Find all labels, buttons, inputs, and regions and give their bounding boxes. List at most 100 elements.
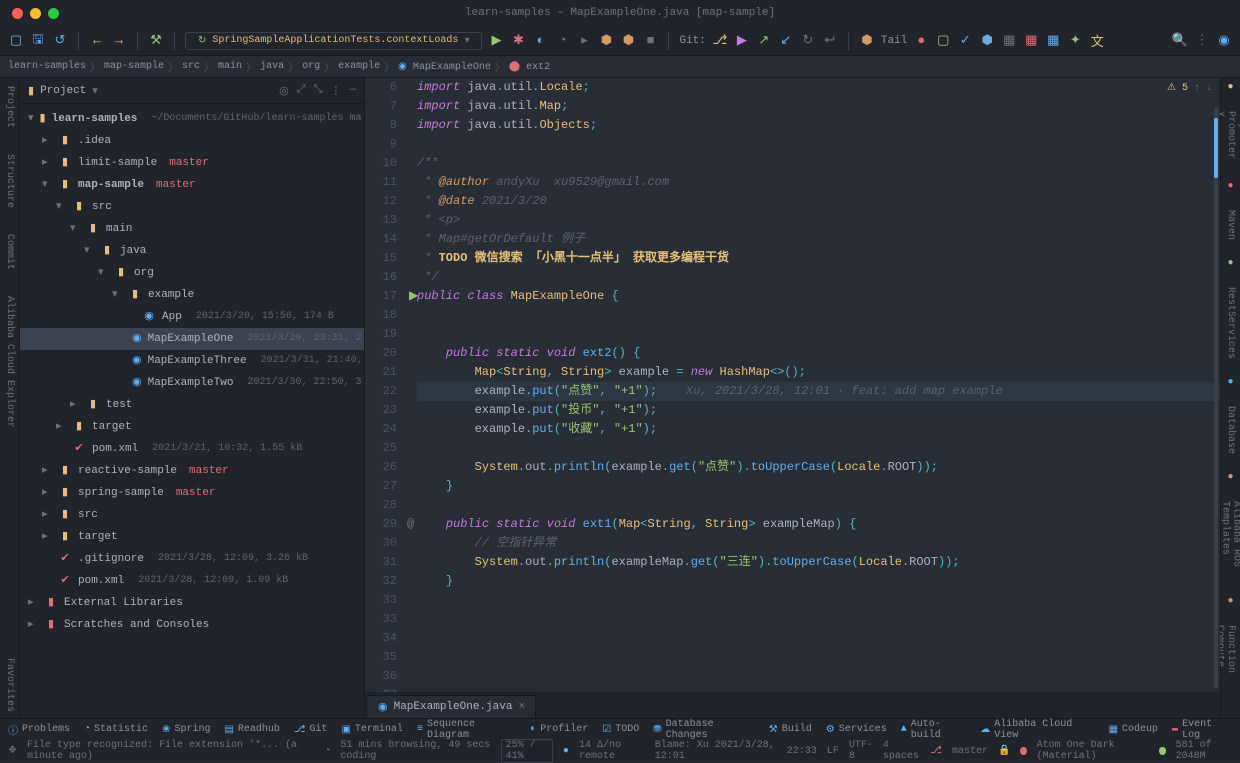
tree-item[interactable]: ▸▮spring-samplemaster <box>20 482 364 504</box>
gutter-line[interactable]: 28 <box>365 496 397 515</box>
tree-item[interactable]: ✔pom.xml2021/3/28, 12:09, 1.09 kB <box>20 570 364 592</box>
tree-item[interactable]: ▸▮.idea <box>20 130 364 152</box>
plugin8-icon[interactable]: ✦ <box>1067 33 1083 49</box>
gutter-line[interactable]: 12 <box>365 192 397 211</box>
tree-item[interactable]: ▾▮org <box>20 262 364 284</box>
gutter-line[interactable]: 36 <box>365 667 397 686</box>
right-stripe-alibaba-ros-templates[interactable]: Alibaba ROS Templates <box>1220 497 1240 583</box>
breadcrumb-item[interactable]: src <box>182 61 200 72</box>
gutter-line[interactable]: 30 <box>365 534 397 553</box>
avatar-icon[interactable]: ◉ <box>1216 33 1232 49</box>
tree-item[interactable]: ▾▮map-samplemaster <box>20 174 364 196</box>
bottom-tool-statistic[interactable]: ◔Statistic <box>84 724 148 735</box>
coverage-icon[interactable]: ◐ <box>532 33 548 49</box>
hide-panel-icon[interactable]: — <box>349 84 356 98</box>
status-separator[interactable]: LF <box>827 746 839 757</box>
gutter-line[interactable]: 31 <box>365 553 397 572</box>
status-memory[interactable]: 581 of 2048M <box>1176 740 1232 762</box>
plugin7-icon[interactable]: ▦ <box>1045 33 1061 49</box>
code-line[interactable] <box>417 325 1220 344</box>
gutter-line[interactable]: 7 <box>365 97 397 116</box>
code-line[interactable] <box>417 135 1220 154</box>
stop-icon[interactable]: ■ <box>642 33 658 49</box>
code-line[interactable]: * TODO 微信搜索 「小黑十一点半」 获取更多编程干货 <box>417 249 1220 268</box>
breadcrumb-item[interactable]: ◉ MapExampleOne <box>398 61 491 73</box>
scrollbar[interactable] <box>1214 108 1218 688</box>
bottom-tool-alibaba-cloud-view[interactable]: ☁Alibaba Cloud View <box>980 719 1094 741</box>
collapse-all-icon[interactable]: ⤡ <box>314 84 323 98</box>
right-stripe-database[interactable]: Database <box>1225 402 1236 458</box>
forward-icon[interactable]: → <box>111 33 127 49</box>
tree-item[interactable]: ▸▮Scratches and Consoles <box>20 614 364 636</box>
gutter-line[interactable]: 6 <box>365 78 397 97</box>
gutter-line[interactable]: 26 <box>365 458 397 477</box>
bottom-tool-todo[interactable]: ☑TODO <box>602 724 639 736</box>
plugin2-icon[interactable]: ▢ <box>935 33 951 49</box>
tail-setting-icon[interactable]: ⬢ <box>859 33 875 49</box>
status-progress[interactable]: 25% / 41% <box>501 739 553 763</box>
code-line[interactable] <box>417 591 1220 610</box>
gutter-line[interactable]: 33 <box>365 591 397 610</box>
code-line[interactable] <box>417 610 1220 629</box>
code-line[interactable]: example.put("点赞", "+1"); Xu, 2021/3/28, … <box>417 382 1220 401</box>
gutter-line[interactable]: 16 <box>365 268 397 287</box>
lock-icon[interactable]: 🔒 <box>998 745 1010 757</box>
status-encoding[interactable]: UTF-8 <box>849 740 873 762</box>
close-tab-icon[interactable]: × <box>518 701 525 713</box>
code-line[interactable]: ▶public class MapExampleOne { <box>417 287 1220 306</box>
right-stripe-maven[interactable]: Maven <box>1225 206 1236 244</box>
tree-item[interactable]: ▸▮target <box>20 416 364 438</box>
close-window-icon[interactable] <box>12 8 23 19</box>
left-stripe-commit[interactable]: Commit <box>4 230 15 274</box>
gutter-line[interactable]: 21 <box>365 363 397 382</box>
status-indent[interactable]: 4 spaces <box>883 740 921 762</box>
code-line[interactable] <box>417 667 1220 686</box>
attach-icon[interactable]: ▸ <box>576 33 592 49</box>
code-line[interactable]: example.put("投币", "+1"); <box>417 401 1220 420</box>
event-log[interactable]: ▬Event Log <box>1172 719 1232 741</box>
code-line[interactable]: * Map#getOrDefault 例子 <box>417 230 1220 249</box>
code-line[interactable] <box>417 496 1220 515</box>
settings-icon[interactable]: ⋮ <box>1194 33 1210 49</box>
plugin3-icon[interactable]: ✓ <box>957 33 973 49</box>
bottom-tool-services[interactable]: ⚙Services <box>826 724 887 736</box>
code-line[interactable]: } <box>417 477 1220 496</box>
gutter-line[interactable]: 34 <box>365 629 397 648</box>
gutter-line[interactable]: 15 <box>365 249 397 268</box>
breadcrumb-item[interactable]: main <box>218 61 242 72</box>
gutter-line[interactable]: 22 <box>365 382 397 401</box>
code-line[interactable]: System.out.println(exampleMap.get("三连").… <box>417 553 1220 572</box>
gutter-line[interactable]: 20 <box>365 344 397 363</box>
bottom-tool-codeup[interactable]: ▦Codeup <box>1109 724 1158 736</box>
gutter-line[interactable]: 35 <box>365 648 397 667</box>
left-stripe-structure[interactable]: Structure <box>4 150 15 212</box>
build-icon[interactable]: ⚒ <box>148 33 164 49</box>
tree-item[interactable]: ▸▮target <box>20 526 364 548</box>
gutter-line[interactable]: 14 <box>365 230 397 249</box>
panel-menu-icon[interactable]: ⋮ <box>330 84 341 98</box>
favorites-stripe[interactable]: Favorites <box>4 658 15 716</box>
git-branch-icon[interactable]: ⎇ <box>712 33 728 49</box>
bottom-tool-auto-build[interactable]: ▲Auto-build <box>901 719 967 741</box>
right-stripe-restservices[interactable]: RestServices <box>1225 283 1236 363</box>
gutter-line[interactable]: 8 <box>365 116 397 135</box>
breadcrumb-item[interactable]: java <box>260 61 284 72</box>
gutter-line[interactable]: 9 <box>365 135 397 154</box>
git-push-icon[interactable]: ↗ <box>756 33 772 49</box>
run-configuration-dropdown[interactable]: ↻ SpringSampleApplicationTests.contextLo… <box>185 32 482 50</box>
bottom-tool-spring[interactable]: ❀Spring <box>162 724 210 736</box>
expand-all-icon[interactable]: ⤢ <box>297 84 306 98</box>
code-line[interactable] <box>417 439 1220 458</box>
gutter-line[interactable]: 17 <box>365 287 397 306</box>
breadcrumb-item[interactable]: ⬤ ext2 <box>509 61 550 73</box>
code-line[interactable]: // 空指针异常 <box>417 534 1220 553</box>
plugin9-icon[interactable]: 文 <box>1089 33 1105 49</box>
code-line[interactable]: @ public static void ext1(Map<String, St… <box>417 515 1220 534</box>
bottom-tool-terminal[interactable]: ▣Terminal <box>341 724 402 736</box>
code-line[interactable] <box>417 629 1220 648</box>
breadcrumb-item[interactable]: example <box>338 61 380 72</box>
code-line[interactable] <box>417 648 1220 667</box>
select-opened-icon[interactable]: ◎ <box>279 84 289 98</box>
bottom-tool-git[interactable]: ⎇Git <box>294 724 328 736</box>
notification-icon[interactable]: ❖ <box>8 745 17 757</box>
